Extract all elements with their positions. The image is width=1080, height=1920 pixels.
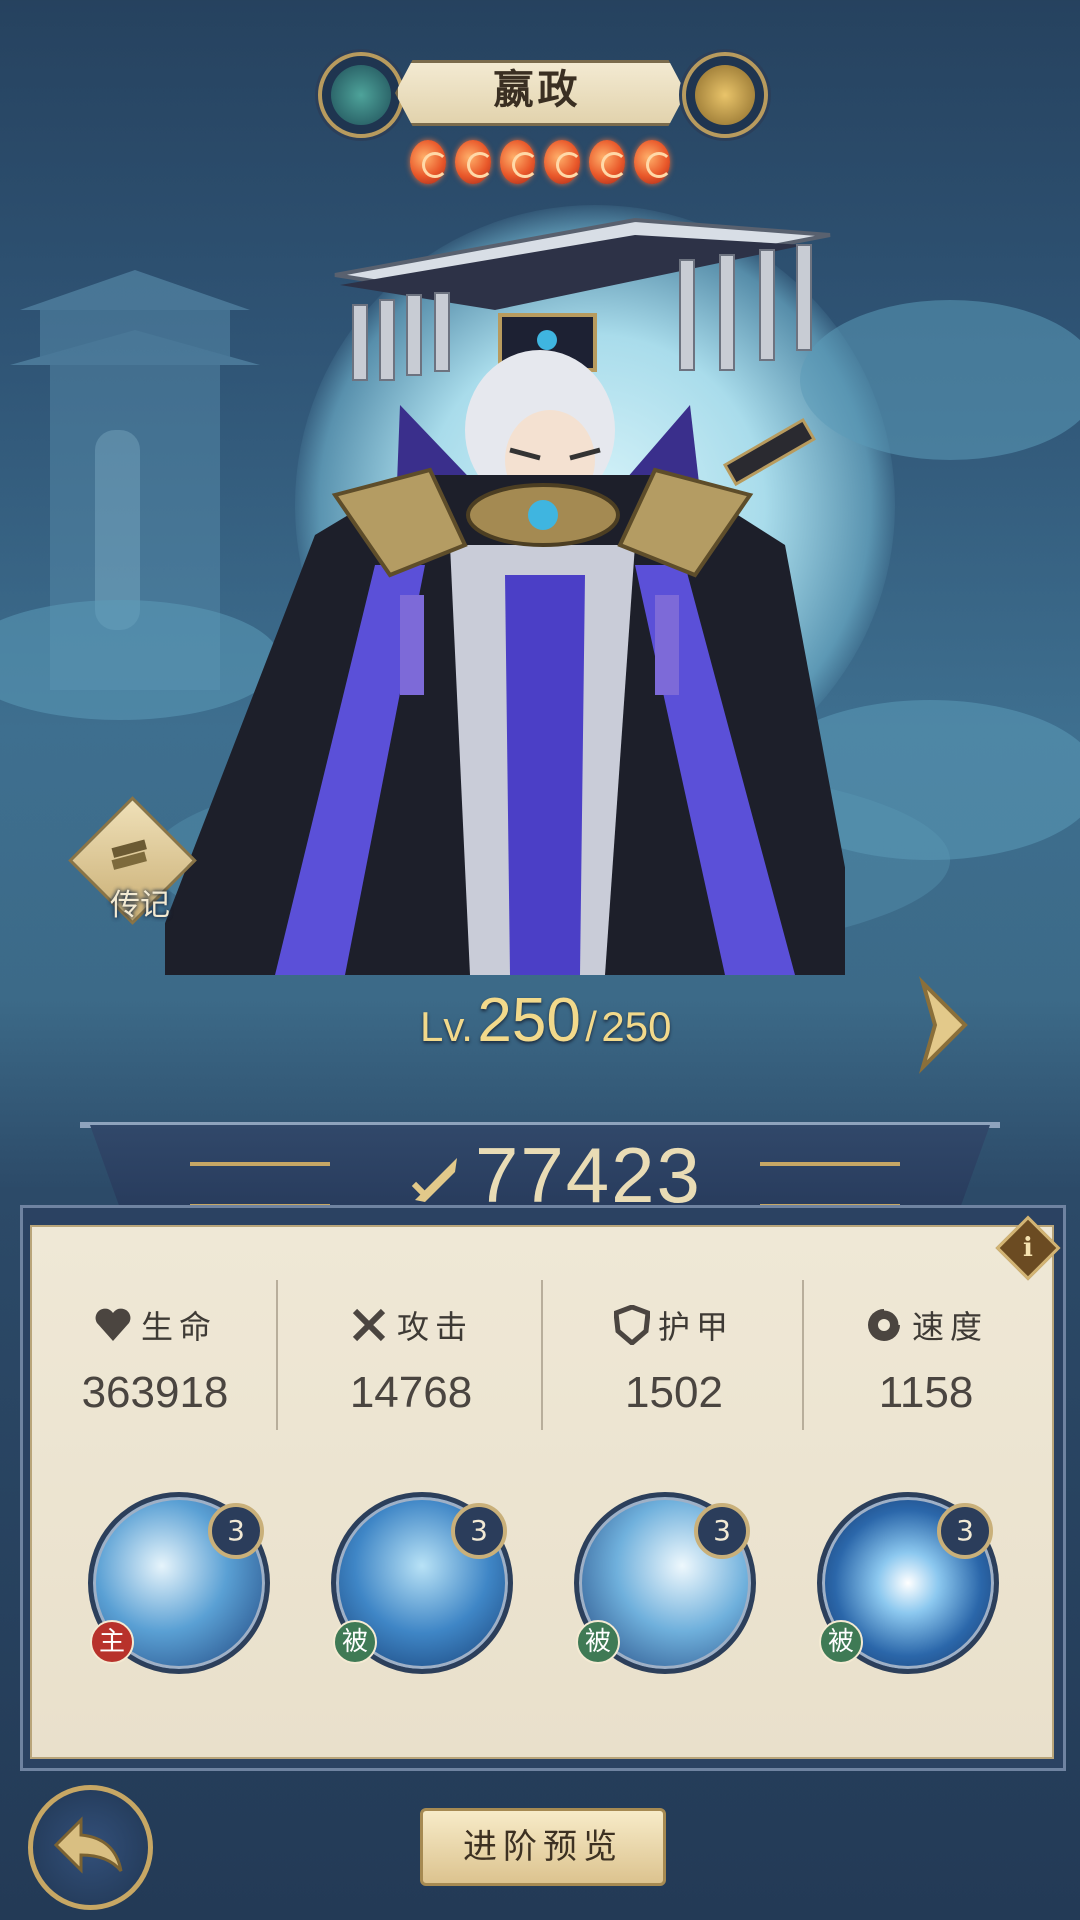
skill-type-tag: 被 [576,1620,620,1664]
stat-speed: 速度 1158 [795,1300,1057,1440]
hero-character-art[interactable] [165,215,845,995]
faction-water-badge[interactable] [318,52,404,138]
scroll-ornament-left [190,1162,330,1208]
skill-type-tag: 被 [819,1620,863,1664]
star-icon [499,140,538,184]
hero-level: Lv. 250 / 250 [420,985,740,1055]
heart-icon [95,1308,131,1341]
swirl-icon [867,1307,902,1341]
star-icon [410,140,448,184]
level-separator: / [585,1003,597,1050]
stat-label: 速度 [911,1308,988,1346]
crossed-swords-icon [352,1308,386,1342]
stat-armor: 护甲 1502 [543,1300,805,1440]
stat-hp: 生命 363918 [24,1300,286,1440]
back-button[interactable] [28,1785,153,1910]
stat-value: 363918 [81,1368,229,1417]
info-icon[interactable]: i [1005,1225,1051,1271]
divider [276,1280,278,1430]
level-prefix: Lv. [420,1003,473,1050]
class-badge[interactable] [682,52,768,138]
shield-icon [613,1305,650,1345]
skill-level-badge: 3 [937,1503,993,1559]
sword-class-icon [695,65,755,125]
stat-label: 攻击 [396,1308,473,1346]
skill-level-badge: 3 [208,1503,264,1559]
scroll-ornament-right [760,1162,900,1208]
hero-name: 嬴政 [493,66,582,113]
next-hero-arrow-icon[interactable] [915,975,975,1075]
stat-value: 1158 [878,1368,974,1417]
skill-level-badge: 3 [694,1503,750,1559]
skill-type-tag: 被 [333,1620,377,1664]
star-icon [544,140,583,184]
stat-attack: 攻击 14768 [280,1300,542,1440]
star-icon [589,140,628,184]
level-max: 250 [601,1003,672,1050]
skill-type-tag: 主 [90,1620,134,1664]
back-arrow-icon [53,1816,123,1874]
water-faction-icon [331,65,391,125]
stat-label: 生命 [140,1308,217,1346]
stat-label: 护甲 [657,1308,734,1346]
advance-preview-button[interactable]: 进阶预览 [420,1808,666,1886]
stat-value: 1502 [625,1368,723,1417]
level-current: 250 [477,986,581,1055]
star-icon [634,140,672,184]
power-sword-icon [411,1158,457,1202]
book-icon [111,839,147,870]
star-rating [410,140,672,186]
biography-label[interactable]: 传记 [95,880,185,924]
stat-value: 14768 [349,1368,473,1417]
star-icon [454,140,493,184]
skill-level-badge: 3 [451,1503,507,1559]
